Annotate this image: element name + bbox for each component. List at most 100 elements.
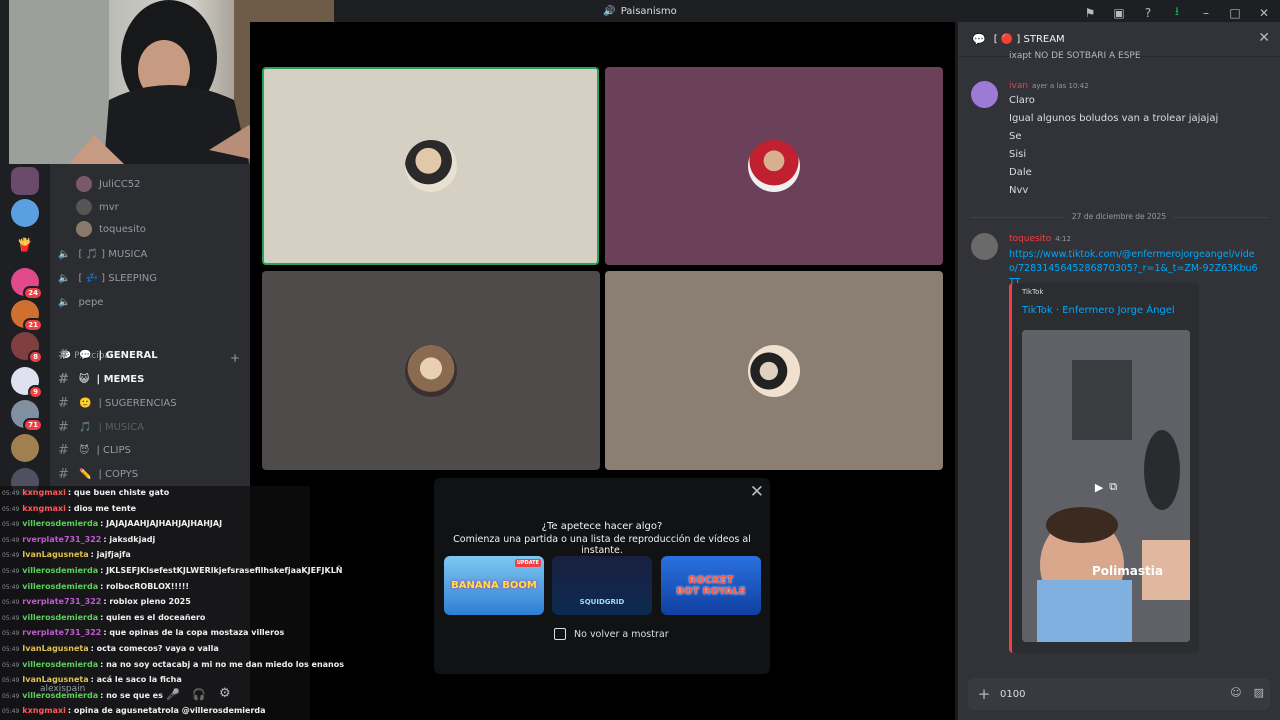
activity-rocket-bot-royale[interactable]: ROCKET BOT ROYALE	[661, 556, 761, 615]
chat-username: kxngmaxi	[22, 488, 66, 497]
avatar	[748, 344, 800, 397]
chat-line: 05:49 kxngmaxi: dios me tente	[2, 504, 136, 513]
add-attachment-button[interactable]: +	[968, 685, 1000, 703]
message: toquesito 4:12	[1009, 233, 1071, 244]
message-text: Dale	[1009, 167, 1032, 178]
popup-subtitle: Comienza una partida o una lista de repr…	[453, 534, 751, 556]
minimize-button[interactable]: –	[1198, 6, 1214, 20]
avatar	[76, 199, 92, 215]
chat-text: : quien es el doceañero	[100, 612, 206, 622]
message-author[interactable]: toquesito	[1009, 234, 1051, 244]
help-icon[interactable]: ?	[1140, 6, 1156, 20]
voice-user[interactable]: mvr	[76, 199, 119, 215]
message-input-text[interactable]: 0100	[1000, 689, 1025, 700]
close-thread-button[interactable]: ✕	[1258, 30, 1270, 46]
server-icon[interactable]	[11, 167, 39, 195]
avatar	[76, 176, 92, 192]
gear-icon[interactable]: ⚙	[219, 686, 231, 701]
thread-title: [ 🔴 ] STREAM	[993, 33, 1065, 45]
embed-provider: TikTok	[1022, 288, 1044, 296]
chat-time: 05:49	[2, 614, 20, 622]
participant-tile[interactable]	[262, 67, 599, 265]
message-timestamp: 4:12	[1055, 235, 1071, 243]
chat-line: 05:49 IvanLagusneta: octa comecos? vaya o…	[2, 644, 219, 653]
server-icon[interactable]	[11, 199, 39, 227]
message: ivan ayer a las 10:42	[1009, 80, 1089, 91]
channel-copys[interactable]: # ✏️ | COPYS	[58, 467, 138, 482]
voice-channel-sleeping[interactable]: 🔈[ 💤 ] SLEEPING	[58, 273, 157, 284]
close-popup-button[interactable]: ✕	[750, 482, 764, 502]
participant-tile[interactable]	[262, 271, 600, 470]
username: alexispain	[40, 684, 86, 694]
channel-memes[interactable]: # 😺 | MEMES	[58, 372, 144, 387]
fries-icon[interactable]: 🍟	[11, 231, 39, 259]
server-icon[interactable]: 24	[11, 268, 43, 300]
speaker-icon: 🔈	[58, 249, 71, 260]
hash-icon: #	[58, 443, 69, 458]
popup-title: ¿Te apetece hacer algo?	[541, 521, 663, 532]
chat-line: 05:49 rverplate731_322: que opinas de la …	[2, 628, 284, 637]
chat-username: villerosdemierda	[22, 566, 99, 575]
voice-user[interactable]: JuliCC52	[76, 176, 141, 192]
message-text: Igual algunos boludos van a trolear jaja…	[1009, 113, 1219, 124]
message-author[interactable]: ivan	[1009, 81, 1028, 91]
chat-line: 05:49 rverplate731_322: jaksdkjadj	[2, 535, 155, 544]
image-icon[interactable]: ▨	[1254, 686, 1264, 699]
chat-username: rverplate731_322	[22, 534, 102, 544]
inbox-icon[interactable]: ⚑	[1082, 6, 1098, 20]
play-icon[interactable]: ▶ ⧉	[1086, 476, 1126, 498]
thread-icon: 💬	[972, 32, 986, 46]
voice-channel-pepe[interactable]: 🔈 pepe	[58, 297, 103, 308]
channel-general[interactable]: # 💬 | GENERAL	[58, 348, 158, 363]
chat-time: 05:49	[2, 568, 20, 575]
chat-line: 05:49 villerosdemierda: rolbocROBLOX!!!!!	[2, 582, 189, 591]
mic-icon[interactable]: 🎤	[166, 688, 180, 701]
chat-time: 05:49	[2, 599, 20, 607]
checkbox[interactable]	[554, 628, 566, 640]
avatar[interactable]	[971, 81, 998, 108]
chat-text: : na no soy octacabj a mi no me dan mied…	[100, 659, 344, 669]
server-icon[interactable]	[11, 434, 39, 462]
thread-panel: 💬 [ 🔴 ] STREAM ✕ ixapt NO DE SOTBARI A E…	[958, 22, 1280, 720]
user-area: alexispain 🎤 🎧 ⚙	[0, 676, 250, 720]
hash-icon: #	[58, 467, 69, 482]
headphones-icon[interactable]: 🎧	[192, 688, 206, 701]
message-timestamp: ayer a las 10:42	[1032, 82, 1089, 90]
server-icon[interactable]: 8	[11, 332, 43, 364]
notification-badge: 8	[28, 350, 43, 364]
chat-username: villerosdemierda	[22, 519, 99, 529]
embed-title[interactable]: TikTok · Enfermero Jorge Ángel	[1022, 305, 1175, 316]
chat-line: 05:49 kxngmaxi: que buen chiste gato	[2, 488, 169, 497]
message-input[interactable]: + 0100 ☺ ▨	[968, 678, 1270, 710]
server-icon[interactable]: 21	[11, 300, 43, 332]
channel-sugerencias[interactable]: # 🙂 | SUGERENCIAS	[58, 396, 177, 411]
maximize-button[interactable]: □	[1227, 6, 1243, 20]
add-channel-button[interactable]: +	[230, 351, 240, 365]
voice-user[interactable]: toquesito	[76, 221, 146, 237]
chat-text: : jaksdkjadj	[103, 534, 156, 544]
activity-popup: ✕ ¿Te apetece hacer algo? Comienza una p…	[434, 478, 770, 674]
chat-text: : rolbocROBLOX!!!!!	[100, 581, 190, 591]
chat-username: IvanLagusneta	[22, 550, 89, 560]
dont-show-again-checkbox[interactable]: No volver a mostrar	[554, 628, 669, 640]
avatar[interactable]	[971, 233, 998, 260]
cut-message: ixapt NO DE SOTBARI A ESPE	[1009, 51, 1141, 61]
download-icon[interactable]: ⭳	[1169, 2, 1185, 23]
activity-squidgrid[interactable]: SQUIDGRID	[552, 556, 652, 615]
activity-banana-boom[interactable]: BANANA BOOM UPDATE	[444, 556, 544, 615]
channel-musica[interactable]: # 🎵 | MUSICA	[58, 420, 144, 435]
channel-clips[interactable]: # 😈 | CLIPS	[58, 443, 131, 458]
video-caption: Polimastia	[1092, 564, 1163, 578]
emoji-icon[interactable]: ☺	[1230, 686, 1241, 699]
chat-line: 05:49 rverplate731_322: roblox pleno 2025	[2, 597, 191, 606]
message-text: Sisi	[1009, 149, 1027, 160]
video-thumbnail[interactable]: ▶ ⧉ Polimastia	[1022, 330, 1190, 642]
window-icon[interactable]: ▣	[1111, 6, 1127, 20]
participant-tile[interactable]	[605, 67, 943, 265]
server-icon[interactable]: 71	[11, 400, 43, 432]
voice-channel-musica[interactable]: 🔈[ 🎵 ] MUSICA	[58, 249, 147, 260]
close-button[interactable]: ✕	[1256, 6, 1272, 20]
chat-text: : octa comecos? vaya o valla	[90, 644, 219, 653]
participant-tile[interactable]	[605, 271, 943, 470]
server-icon[interactable]: 9	[11, 367, 43, 399]
